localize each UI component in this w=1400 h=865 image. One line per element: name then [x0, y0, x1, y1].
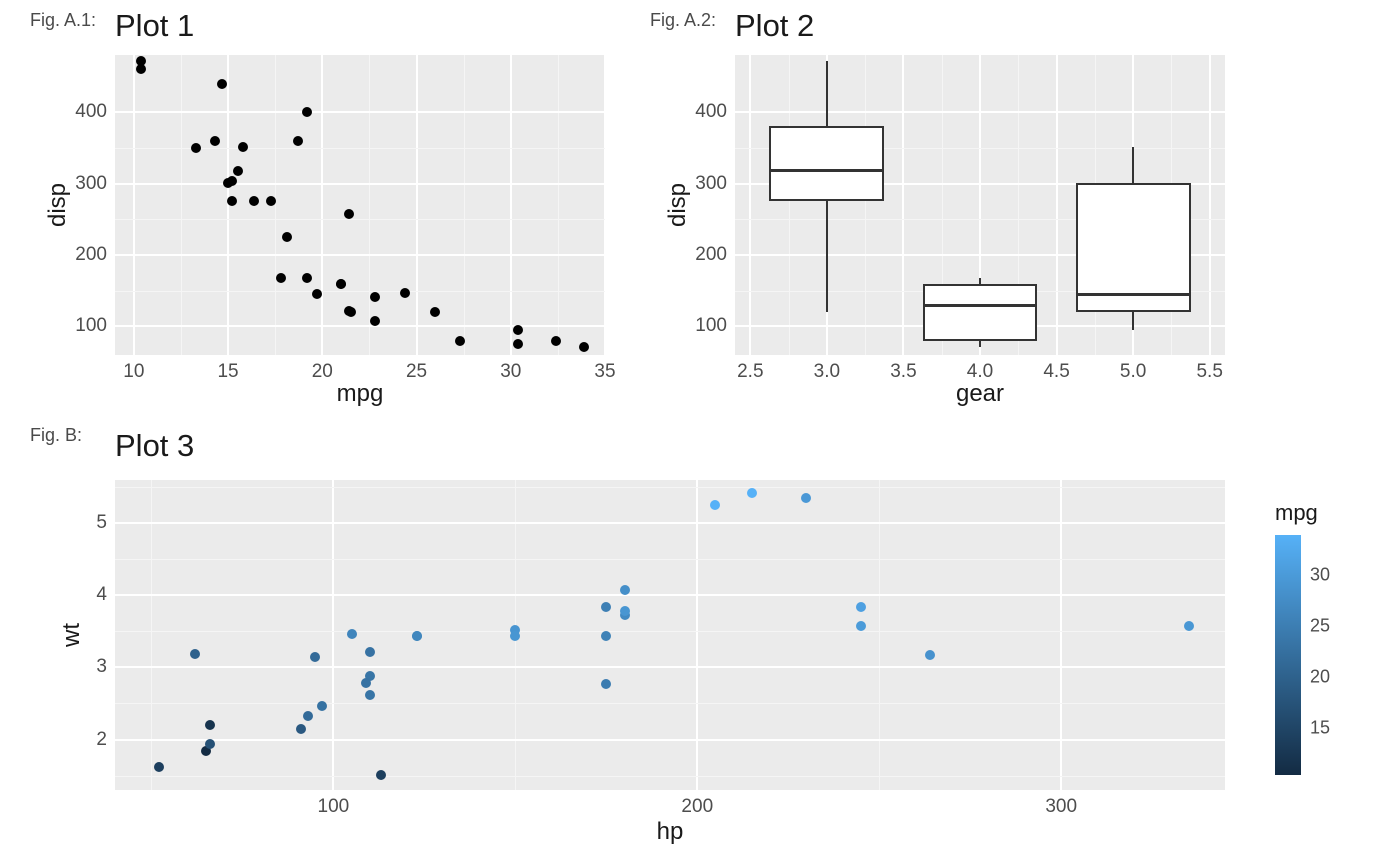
scatter-point	[1184, 621, 1194, 631]
y-tick-label: 5	[96, 512, 107, 534]
y-tick-label: 400	[75, 101, 107, 123]
scatter-point	[856, 621, 866, 631]
y-tick-label: 2	[96, 729, 107, 751]
scatter-point	[412, 631, 422, 641]
scatter-point	[710, 500, 720, 510]
scatter-point	[336, 279, 346, 289]
scatter-point	[347, 629, 357, 639]
x-tick-label: 300	[1045, 796, 1077, 818]
scatter-point	[344, 306, 354, 316]
scatter-point	[620, 585, 630, 595]
plot2-ylabel: disp	[664, 55, 692, 355]
fig-a1-tag: Fig. A.1:	[30, 10, 96, 31]
scatter-point	[361, 678, 371, 688]
scatter-point	[370, 292, 380, 302]
scatter-point	[620, 606, 630, 616]
y-tick-label: 4	[96, 584, 107, 606]
scatter-point	[365, 647, 375, 657]
scatter-point	[136, 64, 146, 74]
scatter-point	[510, 631, 520, 641]
scatter-point	[747, 488, 757, 498]
scatter-point	[400, 288, 410, 298]
scatter-point	[376, 770, 386, 780]
scatter-point	[191, 143, 201, 153]
plot3-ylabel: wt	[58, 480, 86, 790]
y-tick-label: 300	[695, 173, 727, 195]
plot1-xlabel: mpg	[115, 380, 605, 408]
scatter-point	[579, 342, 589, 352]
plot3-xlabel: hp	[115, 818, 1225, 846]
scatter-point	[317, 701, 327, 711]
plot2-xlabel: gear	[735, 380, 1225, 408]
fig-a2-tag: Fig. A.2:	[650, 10, 716, 31]
y-tick-label: 100	[75, 315, 107, 337]
x-tick-label: 100	[318, 796, 350, 818]
scatter-point	[296, 724, 306, 734]
scatter-point	[210, 136, 220, 146]
plot1-ylabel: disp	[44, 55, 72, 355]
scatter-point	[925, 650, 935, 660]
y-tick-label: 300	[75, 173, 107, 195]
x-tick-label: 200	[681, 796, 713, 818]
scatter-point	[223, 178, 233, 188]
scatter-point	[293, 136, 303, 146]
scatter-point	[513, 339, 523, 349]
scatter-point	[856, 602, 866, 612]
scatter-point	[154, 762, 164, 772]
scatter-point	[344, 209, 354, 219]
scatter-point	[370, 316, 380, 326]
scatter-point	[310, 652, 320, 662]
scatter-point	[227, 196, 237, 206]
legend-colorbar	[1275, 535, 1301, 775]
scatter-point	[302, 107, 312, 117]
y-tick-label: 200	[75, 244, 107, 266]
scatter-point	[430, 307, 440, 317]
y-tick-label: 3	[96, 656, 107, 678]
legend-tick-label: 20	[1310, 666, 1330, 687]
scatter-point	[601, 602, 611, 612]
scatter-point	[276, 273, 286, 283]
scatter-point	[302, 273, 312, 283]
scatter-point	[205, 720, 215, 730]
scatter-point	[238, 142, 248, 152]
fig-b-title: Plot 3	[115, 428, 194, 464]
plot2-panel	[735, 55, 1225, 355]
legend-title: mpg	[1275, 500, 1318, 526]
y-tick-label: 400	[695, 101, 727, 123]
scatter-point	[601, 631, 611, 641]
scatter-point	[205, 739, 215, 749]
y-tick-label: 200	[695, 244, 727, 266]
plot1-panel	[115, 55, 605, 355]
box	[923, 284, 1038, 342]
scatter-point	[312, 289, 322, 299]
scatter-point	[513, 325, 523, 335]
scatter-point	[249, 196, 259, 206]
scatter-point	[233, 166, 243, 176]
fig-a1-title: Plot 1	[115, 8, 194, 44]
plot3-panel	[115, 480, 1225, 790]
legend-tick-label: 25	[1310, 615, 1330, 636]
scatter-point	[801, 493, 811, 503]
scatter-point	[455, 336, 465, 346]
scatter-point	[303, 711, 313, 721]
scatter-point	[365, 690, 375, 700]
scatter-point	[190, 649, 200, 659]
scatter-point	[551, 336, 561, 346]
scatter-point	[601, 679, 611, 689]
scatter-point	[266, 196, 276, 206]
legend-tick-label: 15	[1310, 718, 1330, 739]
fig-a2-title: Plot 2	[735, 8, 814, 44]
legend-tick-label: 30	[1310, 564, 1330, 585]
fig-b-tag: Fig. B:	[30, 425, 82, 446]
y-tick-label: 100	[695, 315, 727, 337]
scatter-point	[217, 79, 227, 89]
scatter-point	[282, 232, 292, 242]
box	[769, 126, 884, 200]
